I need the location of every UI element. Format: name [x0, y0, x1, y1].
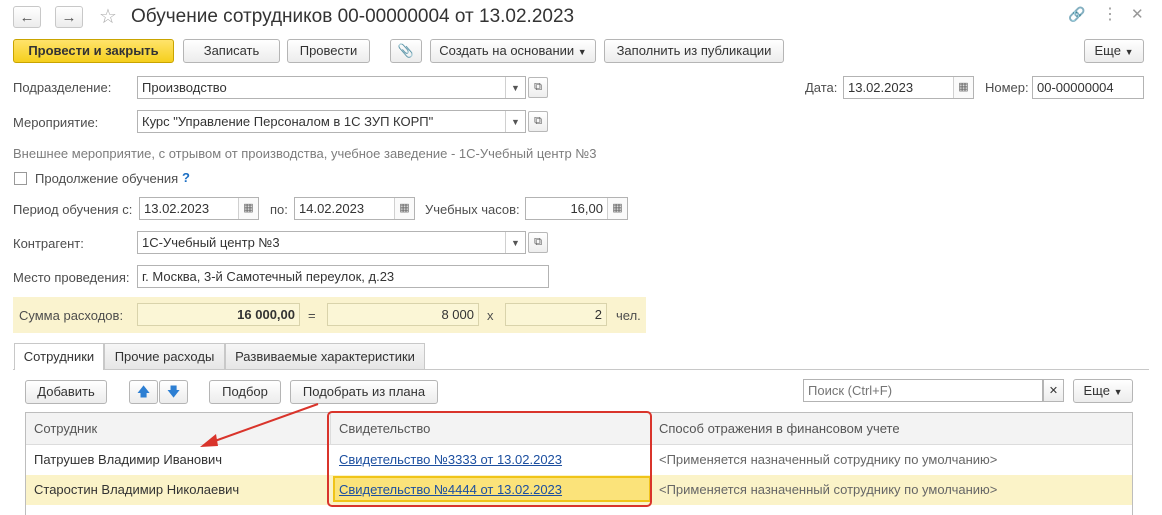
- contractor-label: Контрагент:: [13, 236, 84, 251]
- open-form-icon[interactable]: ⧉: [528, 232, 548, 253]
- forward-button[interactable]: →: [55, 6, 83, 28]
- open-form-icon[interactable]: ⧉: [528, 77, 548, 98]
- paperclip-icon: 📎: [397, 43, 415, 58]
- period-from-label: Период обучения с:: [13, 202, 133, 217]
- create-based-label: Создать на основании: [439, 43, 575, 58]
- more-vertical-icon[interactable]: ⋮: [1102, 4, 1118, 24]
- period-to-field[interactable]: 14.02.2023 ▦: [294, 197, 415, 220]
- arrow-left-icon: ←: [19, 9, 35, 26]
- number-field[interactable]: 00-00000004: [1032, 76, 1144, 99]
- post-button[interactable]: Провести: [287, 39, 370, 63]
- date-field[interactable]: 13.02.2023 ▦: [843, 76, 974, 99]
- place-label: Место проведения:: [13, 270, 130, 285]
- chevron-down-icon: ▼: [577, 47, 587, 57]
- chevron-down-icon[interactable]: ▼: [505, 111, 525, 132]
- link-icon[interactable]: 🔗: [1068, 6, 1085, 23]
- event-label: Мероприятие:: [13, 115, 99, 130]
- arrow-down-icon: 🡇: [166, 384, 181, 399]
- arrow-up-icon: 🡅: [136, 384, 151, 399]
- add-button[interactable]: Добавить: [25, 380, 107, 404]
- page-title: Обучение сотрудников 00-00000004 от 13.0…: [131, 6, 575, 27]
- move-up-button[interactable]: 🡅: [129, 380, 158, 404]
- period-from-field[interactable]: 13.02.2023 ▦: [139, 197, 259, 220]
- event-field[interactable]: Курс "Управление Персоналом в 1С ЗУП КОР…: [137, 110, 526, 133]
- calendar-icon[interactable]: ▦: [394, 198, 414, 219]
- tab-characteristics[interactable]: Развиваемые характеристики: [225, 343, 425, 369]
- open-form-icon[interactable]: ⧉: [528, 111, 548, 132]
- accounting-cell: <Применяется назначенный сотруднику по у…: [659, 452, 998, 467]
- period-to-label: по:: [270, 202, 288, 217]
- chevron-down-icon[interactable]: ▼: [505, 232, 525, 253]
- place-field[interactable]: г. Москва, 3-й Самотечный переулок, д.23: [137, 265, 549, 288]
- contractor-value: 1С-Учебный центр №3: [142, 235, 280, 250]
- search-input[interactable]: [803, 379, 1043, 402]
- number-label: Номер:: [985, 80, 1029, 95]
- continuation-checkbox[interactable]: [14, 172, 27, 185]
- division-value: Производство: [142, 80, 227, 95]
- more-button[interactable]: Еще ▼: [1084, 39, 1144, 63]
- contractor-field[interactable]: 1С-Учебный центр №3 ▼: [137, 231, 526, 254]
- question-icon[interactable]: ?: [182, 170, 190, 185]
- persons-field[interactable]: 2: [505, 303, 607, 326]
- calculator-icon[interactable]: ▦: [607, 198, 627, 219]
- chevron-down-icon[interactable]: ▼: [505, 77, 525, 98]
- move-down-button[interactable]: 🡇: [159, 380, 188, 404]
- event-value: Курс "Управление Персоналом в 1С ЗУП КОР…: [142, 114, 434, 129]
- annotation-arrow: [200, 403, 319, 447]
- close-icon[interactable]: ✕: [1131, 5, 1144, 23]
- tab-employees[interactable]: Сотрудники: [14, 343, 104, 370]
- expenses-label: Сумма расходов:: [19, 308, 124, 323]
- table-more-button[interactable]: Еще ▼: [1073, 379, 1133, 403]
- calendar-icon[interactable]: ▦: [953, 77, 973, 98]
- date-value: 13.02.2023: [848, 80, 914, 95]
- arrow-right-icon: →: [61, 9, 77, 26]
- post-and-close-button[interactable]: Провести и закрыть: [13, 39, 174, 63]
- tab-other-expenses[interactable]: Прочие расходы: [104, 343, 225, 369]
- persons-unit: чел.: [616, 308, 641, 323]
- column-header-accounting[interactable]: Способ отражения в финансовом учете: [651, 413, 1132, 445]
- accounting-cell: <Применяется назначенный сотруднику по у…: [659, 482, 998, 497]
- event-info: Внешнее мероприятие, с отрывом от произв…: [13, 146, 597, 161]
- division-field[interactable]: Производство ▼: [137, 76, 526, 99]
- date-label: Дата:: [805, 80, 838, 95]
- continuation-label: Продолжение обучения: [35, 171, 179, 186]
- employee-cell: Старостин Владимир Николаевич: [34, 482, 240, 497]
- back-button[interactable]: ←: [13, 6, 41, 28]
- times-sign: x: [487, 308, 494, 323]
- table-more-label: Еще: [1083, 383, 1110, 398]
- division-label: Подразделение:: [13, 80, 112, 95]
- calendar-icon[interactable]: ▦: [238, 198, 258, 219]
- equals-sign: =: [308, 308, 316, 323]
- fill-from-publication-button[interactable]: Заполнить из публикации: [604, 39, 784, 63]
- star-icon[interactable]: ☆: [99, 4, 117, 29]
- annotation-frame: [327, 411, 652, 507]
- attach-button[interactable]: 📎: [390, 39, 422, 63]
- chevron-down-icon: ▼: [1113, 387, 1123, 397]
- clear-icon[interactable]: ✕: [1043, 379, 1064, 402]
- hours-value: 16,00: [570, 201, 603, 216]
- create-based-button[interactable]: Создать на основании ▼: [430, 39, 596, 63]
- per-person-field[interactable]: 8 000: [327, 303, 479, 326]
- period-to-value: 14.02.2023: [299, 201, 365, 216]
- period-from-value: 13.02.2023: [144, 201, 210, 216]
- expenses-total-field[interactable]: 16 000,00: [137, 303, 300, 326]
- hours-field[interactable]: 16,00 ▦: [525, 197, 628, 220]
- hours-label: Учебных часов:: [425, 202, 520, 217]
- more-label: Еще: [1094, 43, 1121, 58]
- chevron-down-icon: ▼: [1124, 47, 1134, 57]
- save-button[interactable]: Записать: [183, 39, 280, 63]
- tabs-divider: [13, 369, 1149, 370]
